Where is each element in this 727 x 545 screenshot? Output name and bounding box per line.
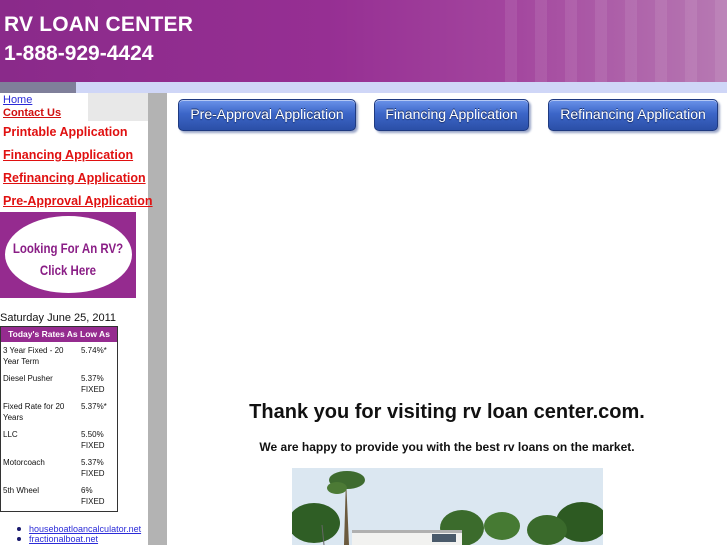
- looking-for-rv-banner[interactable]: Looking For An RV? Click Here: [0, 212, 136, 298]
- rv-photo: [292, 468, 603, 545]
- intro-text: We are happy to provide you with the bes…: [259, 440, 635, 454]
- site-title: RV LOAN CENTER: [4, 13, 194, 36]
- rate-name: Diesel Pusher: [3, 374, 53, 383]
- financing-button[interactable]: Financing Application: [374, 99, 529, 131]
- sidebar-divider: [148, 93, 167, 545]
- rate-name: LLC: [3, 430, 18, 439]
- refinancing-button[interactable]: Refinancing Application: [548, 99, 718, 131]
- current-date: Saturday June 25, 2011: [0, 312, 116, 324]
- nav-contact-link[interactable]: Contact Us: [3, 107, 61, 119]
- phone-number: 1-888-929-4424: [4, 42, 154, 65]
- rates-title: Today's Rates As Low As: [1, 327, 117, 342]
- financing-application-link[interactable]: Financing Application: [3, 148, 133, 162]
- rate-value: 5.74%*: [81, 346, 107, 355]
- footer-link-list: houseboatloancalculator.net fractionalbo…: [14, 524, 141, 544]
- rates-table: Today's Rates As Low As 3 Year Fixed - 2…: [0, 326, 118, 512]
- banner-line1: Looking For An RV?: [12, 240, 124, 256]
- preapproval-button[interactable]: Pre-Approval Application: [178, 99, 356, 131]
- refinancing-application-link[interactable]: Refinancing Application: [3, 171, 146, 185]
- rate-name: Fixed Rate for 20 Years: [3, 402, 65, 422]
- rv-photo-scene: [292, 468, 603, 545]
- fractional-boat-link[interactable]: fractionalboat.net: [14, 534, 141, 544]
- preapproval-application-link[interactable]: Pre-Approval Application: [3, 194, 153, 208]
- rate-name: 3 Year Fixed - 20 Year Term: [3, 346, 64, 366]
- header-band: [0, 82, 727, 93]
- houseboat-calculator-link[interactable]: houseboatloancalculator.net: [14, 524, 141, 534]
- rate-value: 5.50% FIXED: [81, 430, 105, 450]
- rate-name: Motorcoach: [3, 458, 45, 467]
- rate-value: 5.37%*: [81, 402, 107, 411]
- printable-application-link[interactable]: Printable Application: [3, 125, 128, 139]
- site-header: RV LOAN CENTER 1-888-929-4424: [0, 0, 727, 82]
- rate-value: 5.37% FIXED: [81, 458, 105, 478]
- sidebar-top-shade: [88, 93, 148, 121]
- rate-value: 5.37% FIXED: [81, 374, 105, 394]
- rate-name: 5th Wheel: [3, 486, 40, 495]
- thank-you-heading: Thank you for visiting rv loan center.co…: [249, 401, 645, 423]
- banner-line2: Click Here: [39, 262, 97, 278]
- nav-home-link[interactable]: Home: [3, 94, 32, 106]
- rate-value: 6% FIXED: [81, 486, 105, 506]
- header-band-dark: [0, 82, 76, 93]
